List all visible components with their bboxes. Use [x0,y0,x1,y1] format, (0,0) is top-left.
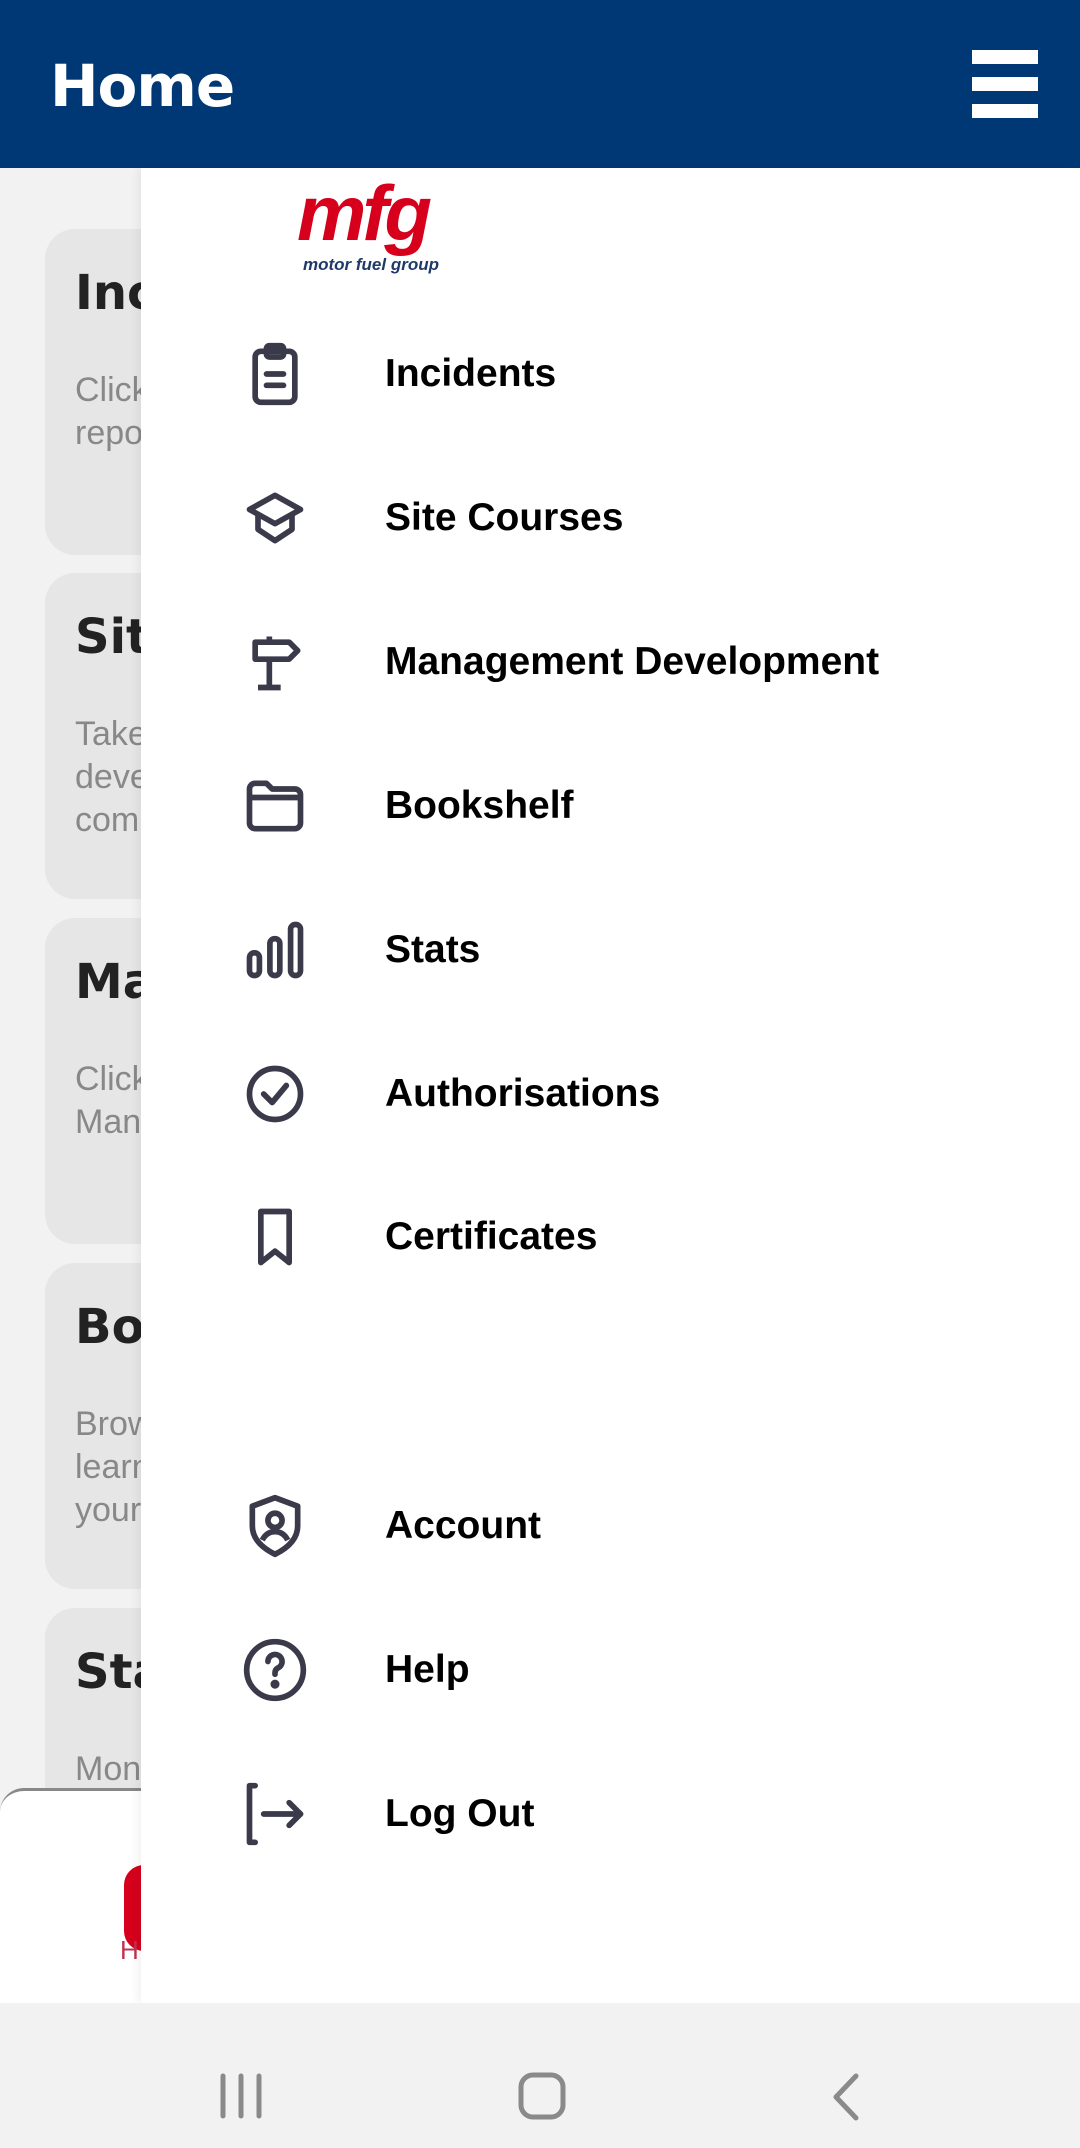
bookmark-icon [258,1208,292,1266]
clipboard-icon [252,342,298,406]
svg-text:motor fuel group: motor fuel group [303,255,439,274]
help-circle-icon [243,1638,307,1702]
bar-chart-icon [246,921,304,979]
folder-icon [246,780,304,832]
drawer-item-label: Authorisations [385,1072,661,1115]
card-desc: Mon [75,1750,142,1788]
drawer-item-label: Incidents [385,352,557,395]
drawer-item-label: Certificates [385,1215,598,1258]
card-desc: Take deve com [75,715,149,839]
card-title: Sit [75,609,149,665]
hamburger-icon[interactable] [972,50,1038,118]
drawer-item-help[interactable]: Help [141,1610,1080,1730]
drawer-item-incidents[interactable]: Incidents [141,314,1080,434]
drawer-item-certificates[interactable]: Certificates [141,1177,1080,1297]
drawer-item-label: Help [385,1648,470,1691]
check-circle-icon [246,1065,304,1123]
mfg-logo: mfg motor fuel group [297,178,439,274]
graduation-cap-icon [246,492,304,544]
logout-icon [246,1782,304,1846]
drawer-item-label: Log Out [385,1792,535,1835]
home-tab-label[interactable]: H [120,1935,139,1966]
drawer-item-stats[interactable]: Stats [141,890,1080,1010]
svg-text:mfg: mfg [297,178,431,257]
back-button[interactable] [828,2073,864,2121]
system-navigation-bar [0,2003,1080,2148]
drawer-item-label: Management Development [385,640,880,683]
signpost-icon [252,636,301,691]
drawer-item-account[interactable]: Account [141,1466,1080,1586]
home-button[interactable] [518,2072,566,2120]
drawer-item-label: Account [385,1504,541,1547]
drawer-item-site-courses[interactable]: Site Courses [141,458,1080,578]
card-desc: Click Man [75,1060,149,1141]
drawer-item-label: Bookshelf [385,784,574,827]
drawer-item-bookshelf[interactable]: Bookshelf [141,746,1080,866]
drawer-item-label: Stats [385,928,481,971]
card-desc: Click repo [75,371,149,452]
drawer-item-log-out[interactable]: Log Out [141,1754,1080,1874]
drawer-item-authorisations[interactable]: Authorisations [141,1034,1080,1154]
user-shield-icon [249,1494,301,1558]
card-title: Bo [75,1299,145,1355]
app-header: Home [0,0,1080,168]
recent-apps-button[interactable] [218,2073,264,2119]
page-title: Home [50,52,235,120]
drawer-item-label: Site Courses [385,496,624,539]
drawer-item-management-development[interactable]: Management Development [141,602,1080,722]
